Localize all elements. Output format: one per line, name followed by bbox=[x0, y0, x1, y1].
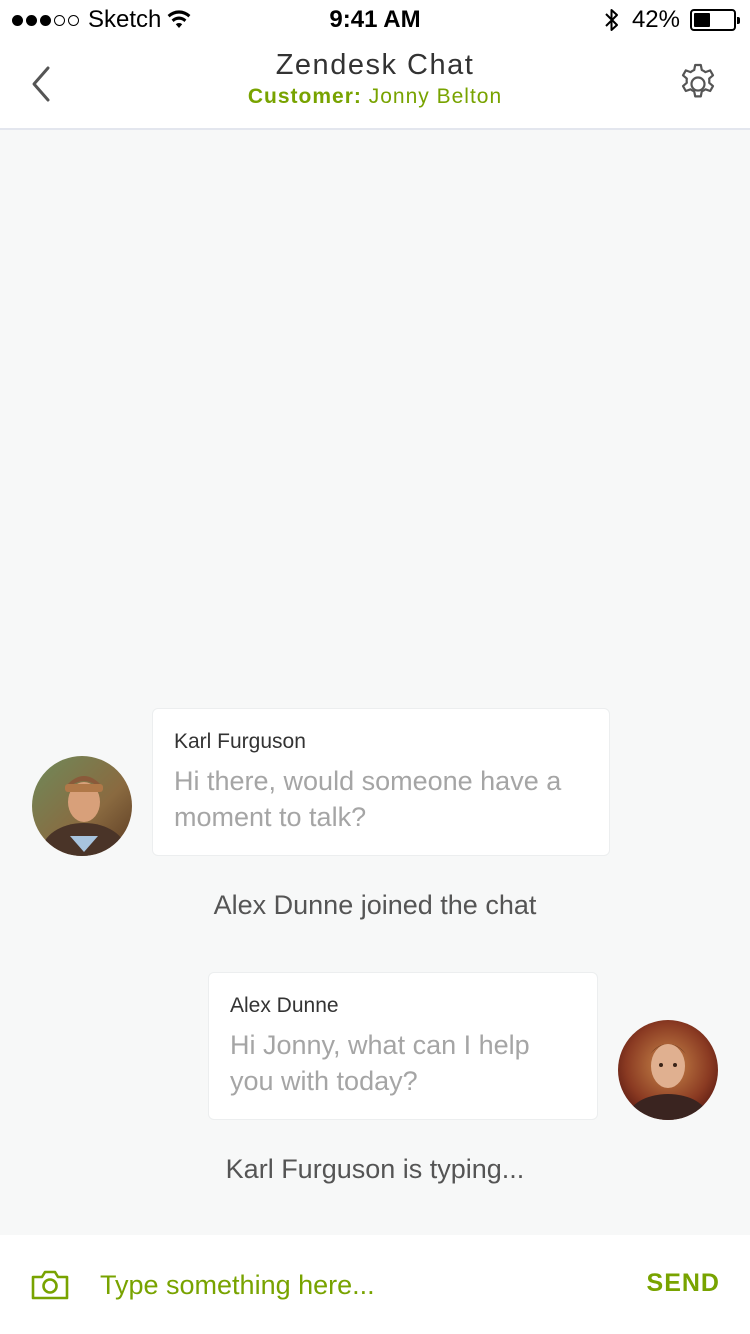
status-bar: Sketch 9:41 AM 42% bbox=[0, 0, 750, 40]
chat-message-bubble[interactable]: Karl Furguson Hi there, would someone ha… bbox=[152, 708, 610, 856]
message-input[interactable] bbox=[100, 1265, 600, 1305]
alex-avatar-image bbox=[618, 1020, 718, 1120]
send-button[interactable]: SEND bbox=[647, 1269, 720, 1298]
battery-fill bbox=[694, 13, 710, 27]
system-message-joined: Alex Dunne joined the chat bbox=[213, 890, 537, 920]
customer-label: Customer: bbox=[247, 85, 362, 108]
system-message-typing: Karl Furguson is typing... bbox=[225, 1154, 525, 1184]
karl-avatar-image bbox=[32, 756, 132, 856]
avatar[interactable] bbox=[618, 1020, 718, 1120]
message-text: Hi Jonny, what can I help you with today… bbox=[230, 1030, 530, 1096]
customer-name: Jonny Belton bbox=[368, 85, 503, 108]
bluetooth-icon bbox=[605, 9, 618, 31]
battery-icon bbox=[690, 9, 740, 31]
customer-subtitle: Customer: Jonny Belton bbox=[0, 82, 750, 112]
page-title: Zendesk Chat bbox=[275, 49, 475, 81]
gear-icon[interactable] bbox=[676, 62, 720, 106]
status-right: 42% bbox=[604, 6, 740, 34]
battery-cap bbox=[737, 17, 740, 24]
message-text: Hi there, would someone have a moment to… bbox=[174, 766, 562, 832]
composer-bar: SEND bbox=[0, 1235, 750, 1334]
message-sender: Karl Furguson bbox=[174, 730, 306, 753]
message-sender: Alex Dunne bbox=[230, 994, 339, 1017]
nav-bar: Zendesk Chat Customer: Jonny Belton bbox=[0, 40, 750, 130]
avatar[interactable] bbox=[32, 756, 132, 856]
chat-message-bubble[interactable]: Alex Dunne Hi Jonny, what can I help you… bbox=[208, 972, 598, 1120]
chat-area[interactable]: Karl Furguson Hi there, would someone ha… bbox=[0, 130, 750, 1235]
camera-icon[interactable] bbox=[30, 1269, 70, 1301]
nav-titles: Zendesk Chat Customer: Jonny Belton bbox=[0, 48, 750, 112]
battery-percent: 42% bbox=[631, 6, 680, 33]
